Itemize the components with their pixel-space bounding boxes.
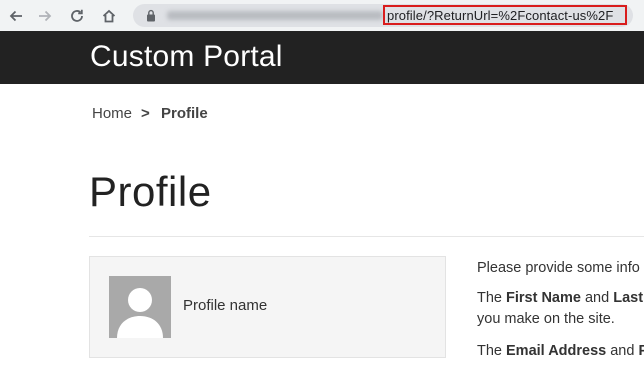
back-arrow-icon[interactable]: [6, 6, 26, 26]
breadcrumb-current: Profile: [161, 105, 208, 122]
breadcrumb-home-link[interactable]: Home: [92, 105, 132, 122]
brand-logo-text[interactable]: Custom Portal: [90, 40, 283, 74]
avatar-placeholder-icon: [117, 288, 163, 338]
breadcrumb-separator: >: [141, 105, 150, 122]
forward-arrow-icon[interactable]: [35, 6, 55, 26]
url-highlight-box: [383, 5, 627, 25]
info-line-4: The Email Address and P: [477, 343, 644, 359]
profile-name-label: Profile name: [183, 297, 268, 314]
url-domain-redacted: [167, 11, 383, 20]
title-divider: [89, 236, 644, 237]
page-title: Profile: [89, 168, 212, 215]
reload-icon[interactable]: [67, 6, 87, 26]
info-line-2: The First Name and Last: [477, 290, 644, 306]
lock-icon[interactable]: [146, 9, 156, 22]
home-icon[interactable]: [99, 6, 119, 26]
info-line-3: you make on the site.: [477, 311, 615, 327]
avatar: [109, 276, 171, 338]
info-line-1: Please provide some info: [477, 260, 640, 276]
